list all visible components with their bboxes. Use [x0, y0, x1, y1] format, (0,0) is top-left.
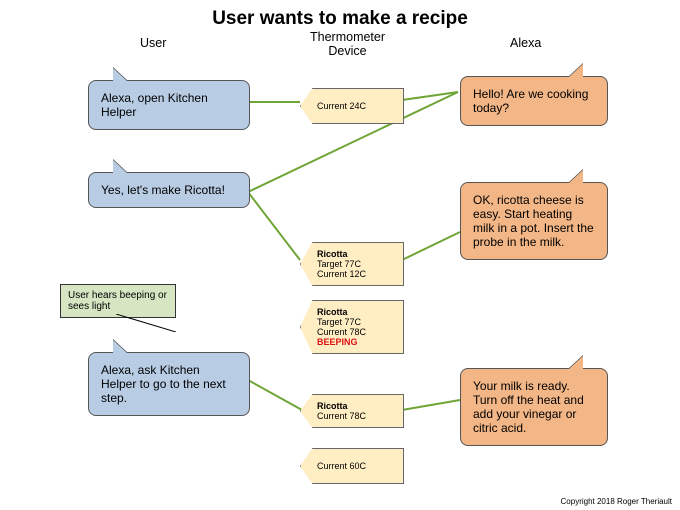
- user-bubble-text: Alexa, open Kitchen Helper: [101, 91, 208, 119]
- device-box-3: Ricotta Target 77C Current 78C BEEPING: [300, 300, 404, 354]
- device-line: Current 12C: [317, 269, 393, 279]
- user-bubble-2: Yes, let's make Ricotta!: [88, 172, 250, 208]
- device-line: Current 78C: [317, 327, 393, 337]
- alexa-bubble-text: OK, ricotta cheese is easy. Start heatin…: [473, 193, 594, 249]
- device-line: Current 60C: [317, 461, 393, 471]
- note-connector: [116, 314, 176, 332]
- col-header-device: Thermometer Device: [310, 30, 385, 58]
- bubble-tail: [113, 160, 127, 173]
- device-box-2: Ricotta Target 77C Current 12C: [300, 242, 404, 286]
- device-line: Current 78C: [317, 411, 393, 421]
- bubble-tail: [569, 64, 583, 77]
- device-line: Target 77C: [317, 259, 393, 269]
- bubble-tail: [113, 68, 127, 81]
- col-header-alexa: Alexa: [510, 36, 541, 50]
- user-bubble-text: Yes, let's make Ricotta!: [101, 183, 225, 197]
- device-line: Current 24C: [317, 101, 393, 111]
- device-alarm: BEEPING: [317, 337, 393, 347]
- device-title: Ricotta: [317, 401, 393, 411]
- bubble-tail: [569, 170, 583, 183]
- alexa-bubble-text: Hello! Are we cooking today?: [473, 87, 588, 115]
- device-box-4: Ricotta Current 78C: [300, 394, 404, 428]
- bubble-tail: [113, 340, 127, 353]
- note-text: User hears beeping or sees light: [68, 290, 167, 312]
- user-bubble-text: Alexa, ask Kitchen Helper to go to the n…: [101, 363, 226, 405]
- device-box-1: Current 24C: [300, 88, 404, 124]
- page-title: User wants to make a recipe: [0, 8, 680, 30]
- device-title: Ricotta: [317, 249, 393, 259]
- annotation-note: User hears beeping or sees light: [60, 284, 176, 318]
- user-bubble-1: Alexa, open Kitchen Helper: [88, 80, 250, 130]
- col-header-user: User: [140, 36, 166, 50]
- device-title: Ricotta: [317, 307, 393, 317]
- user-bubble-3: Alexa, ask Kitchen Helper to go to the n…: [88, 352, 250, 416]
- alexa-bubble-text: Your milk is ready. Turn off the heat an…: [473, 379, 584, 435]
- bubble-tail: [569, 356, 583, 369]
- alexa-bubble-2: OK, ricotta cheese is easy. Start heatin…: [460, 182, 608, 260]
- device-line: Target 77C: [317, 317, 393, 327]
- alexa-bubble-1: Hello! Are we cooking today?: [460, 76, 608, 126]
- alexa-bubble-3: Your milk is ready. Turn off the heat an…: [460, 368, 608, 446]
- copyright: Copyright 2018 Roger Theriault: [561, 497, 672, 506]
- device-box-5: Current 60C: [300, 448, 404, 484]
